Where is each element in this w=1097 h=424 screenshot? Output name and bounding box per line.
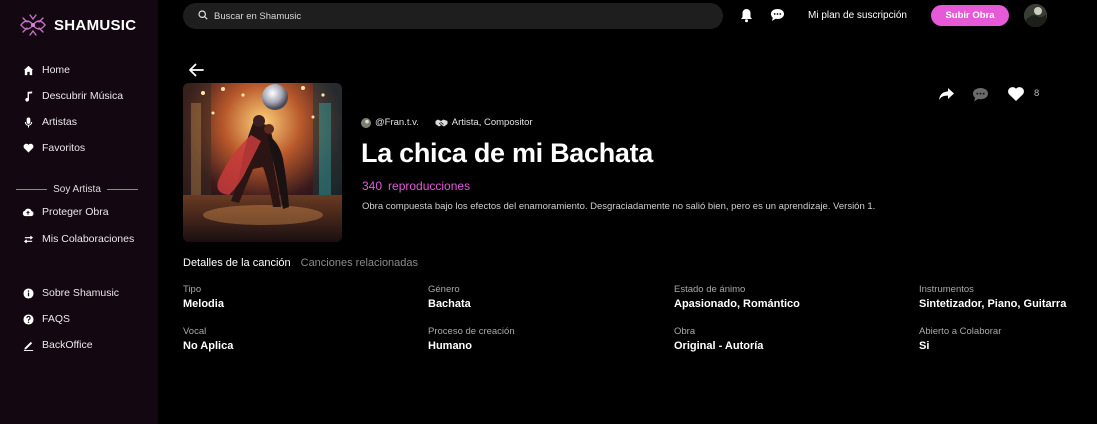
sidebar-item-label: FAQS bbox=[42, 313, 71, 325]
song-title: La chica de mi Bachata bbox=[361, 138, 654, 168]
play-count-value: 340 bbox=[362, 179, 383, 193]
sidebar-item-home[interactable]: Home bbox=[22, 64, 70, 76]
detail-label: Abierto a Colaborar bbox=[919, 326, 1002, 337]
song-tabs: Detalles de la canción Canciones relacio… bbox=[183, 257, 418, 269]
detail-label: Proceso de creación bbox=[428, 326, 515, 337]
user-avatar-image bbox=[1024, 4, 1047, 27]
detail-value: Humano bbox=[428, 340, 472, 352]
author-chip[interactable]: @Fran.t.v. bbox=[361, 117, 419, 128]
detail-type: Tipo Melodia bbox=[183, 284, 224, 310]
detail-value: Melodia bbox=[183, 298, 224, 310]
sidebar-item-label: BackOffice bbox=[42, 339, 93, 351]
song-description: Obra compuesta bajo los efectos del enam… bbox=[362, 201, 876, 212]
detail-value: Sintetizador, Piano, Guitarra bbox=[919, 298, 1067, 310]
song-credits: @Fran.t.v. Artista, Compositor bbox=[361, 117, 533, 128]
detail-vocal: Vocal No Aplica bbox=[183, 326, 233, 352]
sidebar-item-about[interactable]: Sobre Shamusic bbox=[22, 287, 119, 299]
sidebar-item-backoffice[interactable]: BackOffice bbox=[22, 339, 93, 351]
upload-work-button[interactable]: Subir Obra bbox=[931, 5, 1009, 26]
sidebar-item-discover[interactable]: Descubrir Música bbox=[22, 90, 123, 102]
avatar[interactable] bbox=[1024, 4, 1047, 27]
sidebar-item-protect-work[interactable]: Proteger Obra bbox=[22, 206, 109, 218]
detail-value: Apasionado, Romántico bbox=[674, 298, 800, 310]
divider bbox=[106, 189, 138, 190]
section-title: Soy Artista bbox=[53, 184, 101, 195]
detail-value: Original - Autoría bbox=[674, 340, 764, 352]
notifications-button[interactable] bbox=[738, 7, 754, 23]
pen-icon bbox=[22, 339, 34, 351]
tab-related-songs[interactable]: Canciones relacionadas bbox=[301, 257, 418, 269]
sidebar-item-label: Artistas bbox=[42, 116, 78, 128]
home-icon bbox=[22, 64, 34, 76]
detail-value: No Aplica bbox=[183, 340, 234, 352]
like-button[interactable] bbox=[1007, 85, 1025, 103]
sidebar-item-label: Sobre Shamusic bbox=[42, 287, 120, 299]
divider bbox=[16, 189, 48, 190]
author-name: @Fran.t.v. bbox=[375, 117, 419, 128]
detail-label: Obra bbox=[674, 326, 696, 337]
detail-instruments: Instrumentos Sintetizador, Piano, Guitar… bbox=[919, 284, 1066, 310]
sidebar-item-label: Favoritos bbox=[42, 142, 86, 154]
sidebar-item-collaborations[interactable]: Mis Colaboraciones bbox=[22, 233, 134, 245]
detail-label: Tipo bbox=[183, 284, 202, 295]
microphone-icon bbox=[22, 116, 34, 128]
sidebar-item-favorites[interactable]: Favoritos bbox=[22, 142, 85, 154]
detail-label: Vocal bbox=[183, 326, 207, 337]
comment-button[interactable] bbox=[971, 85, 989, 103]
sidebar-item-faqs[interactable]: FAQS bbox=[22, 313, 70, 325]
brand-logo[interactable]: SHAMUSIC bbox=[18, 12, 136, 38]
music-note-icon bbox=[22, 90, 34, 102]
detail-label: Estado de ánimo bbox=[674, 284, 746, 295]
bell-icon bbox=[740, 8, 752, 22]
detail-label: Género bbox=[428, 284, 460, 295]
back-button[interactable] bbox=[188, 63, 206, 79]
cloud-upload-icon bbox=[22, 206, 34, 218]
detail-value: Bachata bbox=[428, 298, 471, 310]
sidebar-item-artists[interactable]: Artistas bbox=[22, 116, 77, 128]
arrow-left-icon bbox=[189, 63, 204, 77]
sidebar-section-artist: Soy Artista bbox=[16, 184, 138, 195]
question-icon bbox=[22, 313, 34, 325]
search-input[interactable] bbox=[214, 10, 694, 22]
search-bar[interactable] bbox=[183, 3, 723, 29]
play-count-label: reproducciones bbox=[388, 179, 471, 193]
logo-icon bbox=[20, 14, 46, 36]
sidebar-item-label: Descubrir Música bbox=[42, 90, 124, 102]
song-cover-art bbox=[183, 83, 342, 242]
sidebar-item-label: Mis Colaboraciones bbox=[42, 233, 135, 245]
detail-open-to-collaborate: Abierto a Colaborar Si bbox=[919, 326, 1001, 352]
swap-icon bbox=[22, 233, 34, 245]
share-button[interactable] bbox=[937, 85, 955, 103]
detail-label: Instrumentos bbox=[919, 284, 974, 295]
heart-icon bbox=[1008, 87, 1024, 101]
search-icon bbox=[198, 7, 208, 25]
detail-mood: Estado de ánimo Apasionado, Romántico bbox=[674, 284, 800, 310]
comment-icon bbox=[972, 87, 988, 101]
detail-creation-process: Proceso de creación Humano bbox=[428, 326, 515, 352]
chat-icon bbox=[770, 9, 784, 21]
like-count: 8 bbox=[1034, 88, 1040, 99]
messages-button[interactable] bbox=[769, 7, 785, 23]
share-icon bbox=[938, 88, 954, 100]
sidebar-item-label: Home bbox=[42, 64, 71, 76]
info-icon bbox=[22, 287, 34, 299]
detail-genre: Género Bachata bbox=[428, 284, 471, 310]
detail-value: Si bbox=[919, 340, 930, 352]
sidebar-item-label: Proteger Obra bbox=[42, 206, 109, 218]
handshake-icon bbox=[435, 119, 448, 126]
detail-work: Obra Original - Autoría bbox=[674, 326, 763, 352]
heart-icon bbox=[22, 142, 34, 154]
role-chip: Artista, Compositor bbox=[435, 117, 533, 128]
tab-song-details[interactable]: Detalles de la canción bbox=[183, 257, 291, 269]
subscription-plan-link[interactable]: Mi plan de suscripción bbox=[808, 10, 907, 21]
sidebar: SHAMUSIC Home Descubrir Música Artistas … bbox=[0, 0, 158, 424]
brand-name: SHAMUSIC bbox=[54, 16, 137, 34]
app-root: SHAMUSIC Home Descubrir Música Artistas … bbox=[0, 0, 1097, 424]
author-role: Artista, Compositor bbox=[451, 117, 533, 128]
author-avatar-icon bbox=[361, 117, 371, 128]
play-count: 340 reproducciones bbox=[362, 179, 470, 193]
